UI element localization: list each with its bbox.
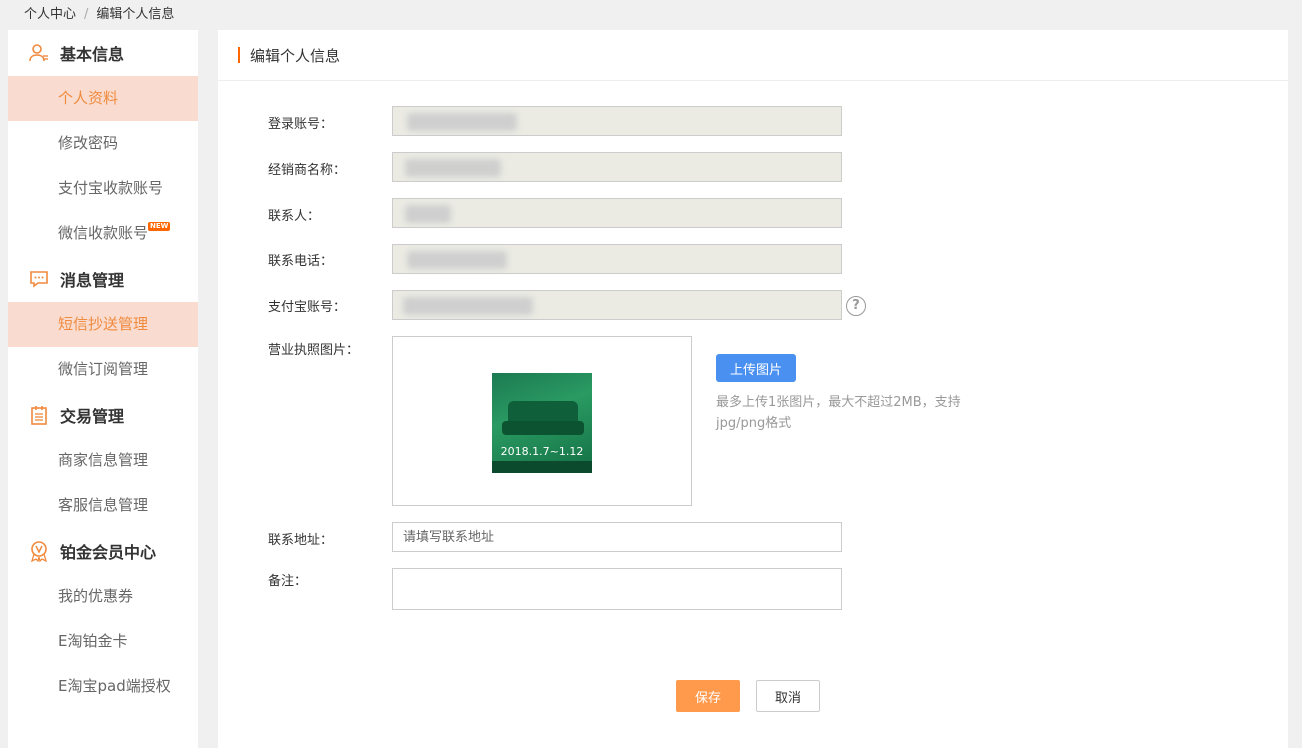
redacted-value xyxy=(407,113,517,131)
sidebar-item-label: E淘宝pad端授权 xyxy=(58,677,171,695)
account-label: 登录账号： xyxy=(268,117,334,132)
sidebar-item-label: E淘铂金卡 xyxy=(58,632,128,650)
sidebar: 基本信息 个人资料 修改密码 支付宝收款账号 微信收款账号 NEW 消息管理 短信… xyxy=(8,30,198,748)
dealer-field[interactable] xyxy=(392,152,842,182)
sidebar-item-wechat-subscription[interactable]: 微信订阅管理 xyxy=(8,347,198,392)
redacted-value xyxy=(407,251,507,269)
account-field[interactable] xyxy=(392,106,842,136)
user-icon xyxy=(28,42,50,64)
sidebar-item-label: 微信收款账号 xyxy=(58,224,149,242)
sidebar-item-label: 客服信息管理 xyxy=(58,496,149,514)
sidebar-item-label: 我的优惠券 xyxy=(58,587,134,605)
notes-label: 备注： xyxy=(268,574,308,589)
sidebar-item-coupons[interactable]: 我的优惠券 xyxy=(8,574,198,619)
sidebar-item-platinum-card[interactable]: E淘铂金卡 xyxy=(8,619,198,664)
sidebar-group-basic-info: 基本信息 xyxy=(8,30,198,76)
sidebar-item-label: 微信订阅管理 xyxy=(58,360,149,378)
contact-label: 联系人： xyxy=(268,209,321,224)
sidebar-item-label: 短信抄送管理 xyxy=(58,315,149,333)
address-input[interactable] xyxy=(393,523,841,551)
sidebar-item-sms-copy[interactable]: 短信抄送管理 xyxy=(8,302,198,347)
sidebar-item-merchant-info[interactable]: 商家信息管理 xyxy=(8,438,198,483)
sidebar-item-alipay-account[interactable]: 支付宝收款账号 xyxy=(8,166,198,211)
sidebar-item-label: 商家信息管理 xyxy=(58,451,149,469)
sidebar-item-pad-authorization[interactable]: E淘宝pad端授权 xyxy=(8,664,198,709)
sidebar-group-trade: 交易管理 xyxy=(8,392,198,438)
address-label: 联系地址： xyxy=(268,533,334,548)
sidebar-item-label: 修改密码 xyxy=(58,134,119,152)
license-label: 营业执照图片： xyxy=(268,343,360,358)
sidebar-group-title: 消息管理 xyxy=(60,271,125,290)
sidebar-item-profile[interactable]: 个人资料 xyxy=(8,76,198,121)
breadcrumb-home[interactable]: 个人中心 xyxy=(24,7,76,22)
alipay-field[interactable] xyxy=(392,290,842,320)
vip-medal-icon xyxy=(28,540,50,562)
sidebar-item-service-info[interactable]: 客服信息管理 xyxy=(8,483,198,528)
help-icon[interactable]: ? xyxy=(846,296,866,316)
upload-image-button[interactable]: 上传图片 xyxy=(716,354,796,382)
page-title: 编辑个人信息 xyxy=(250,46,341,65)
breadcrumb: 个人中心 / 编辑个人信息 xyxy=(24,3,174,22)
clipboard-icon xyxy=(28,404,50,426)
thumbnail-date-text: 2018.1.7~1.12 xyxy=(500,445,584,458)
phone-field[interactable] xyxy=(392,244,842,274)
message-icon xyxy=(28,268,50,290)
notes-textarea[interactable] xyxy=(393,569,841,609)
sidebar-group-title: 交易管理 xyxy=(60,407,125,426)
sidebar-item-label: 个人资料 xyxy=(58,89,119,107)
contact-field[interactable] xyxy=(392,198,842,228)
main-panel: 编辑个人信息 登录账号： 经销商名称： 联系人： 联系电话： 支付宝账号： ? … xyxy=(218,30,1288,748)
upload-tip: 最多上传1张图片，最大不超过2MB，支持jpg/png格式 xyxy=(716,395,961,431)
breadcrumb-current: 编辑个人信息 xyxy=(96,7,175,22)
sidebar-group-title: 铂金会员中心 xyxy=(60,543,157,562)
sidebar-item-wechat-account[interactable]: 微信收款账号 NEW xyxy=(8,211,198,256)
redacted-value xyxy=(405,205,451,223)
sidebar-item-change-password[interactable]: 修改密码 xyxy=(8,121,198,166)
alipay-label: 支付宝账号： xyxy=(268,300,347,315)
sidebar-group-title: 基本信息 xyxy=(60,45,125,64)
notes-field-wrapper xyxy=(392,568,842,610)
license-thumbnail[interactable]: 2018.1.7~1.12 xyxy=(492,373,592,473)
cancel-button[interactable]: 取消 xyxy=(756,680,820,712)
thumbnail-sofa-seat xyxy=(502,421,584,435)
redacted-value xyxy=(403,297,533,315)
sidebar-item-label: 支付宝收款账号 xyxy=(58,179,164,197)
thumbnail-bottom-strip xyxy=(492,461,592,473)
license-image-box: 2018.1.7~1.12 xyxy=(392,336,692,506)
phone-label: 联系电话： xyxy=(268,254,334,269)
sidebar-group-platinum: 铂金会员中心 xyxy=(8,528,198,574)
save-button[interactable]: 保存 xyxy=(676,680,740,712)
new-badge: NEW xyxy=(148,222,171,231)
dealer-label: 经销商名称： xyxy=(268,163,347,178)
redacted-value xyxy=(405,159,501,177)
breadcrumb-separator: / xyxy=(84,7,89,22)
title-accent-bar xyxy=(238,47,240,63)
main-header: 编辑个人信息 xyxy=(218,30,1288,81)
sidebar-group-messages: 消息管理 xyxy=(8,256,198,302)
address-field-wrapper xyxy=(392,522,842,552)
